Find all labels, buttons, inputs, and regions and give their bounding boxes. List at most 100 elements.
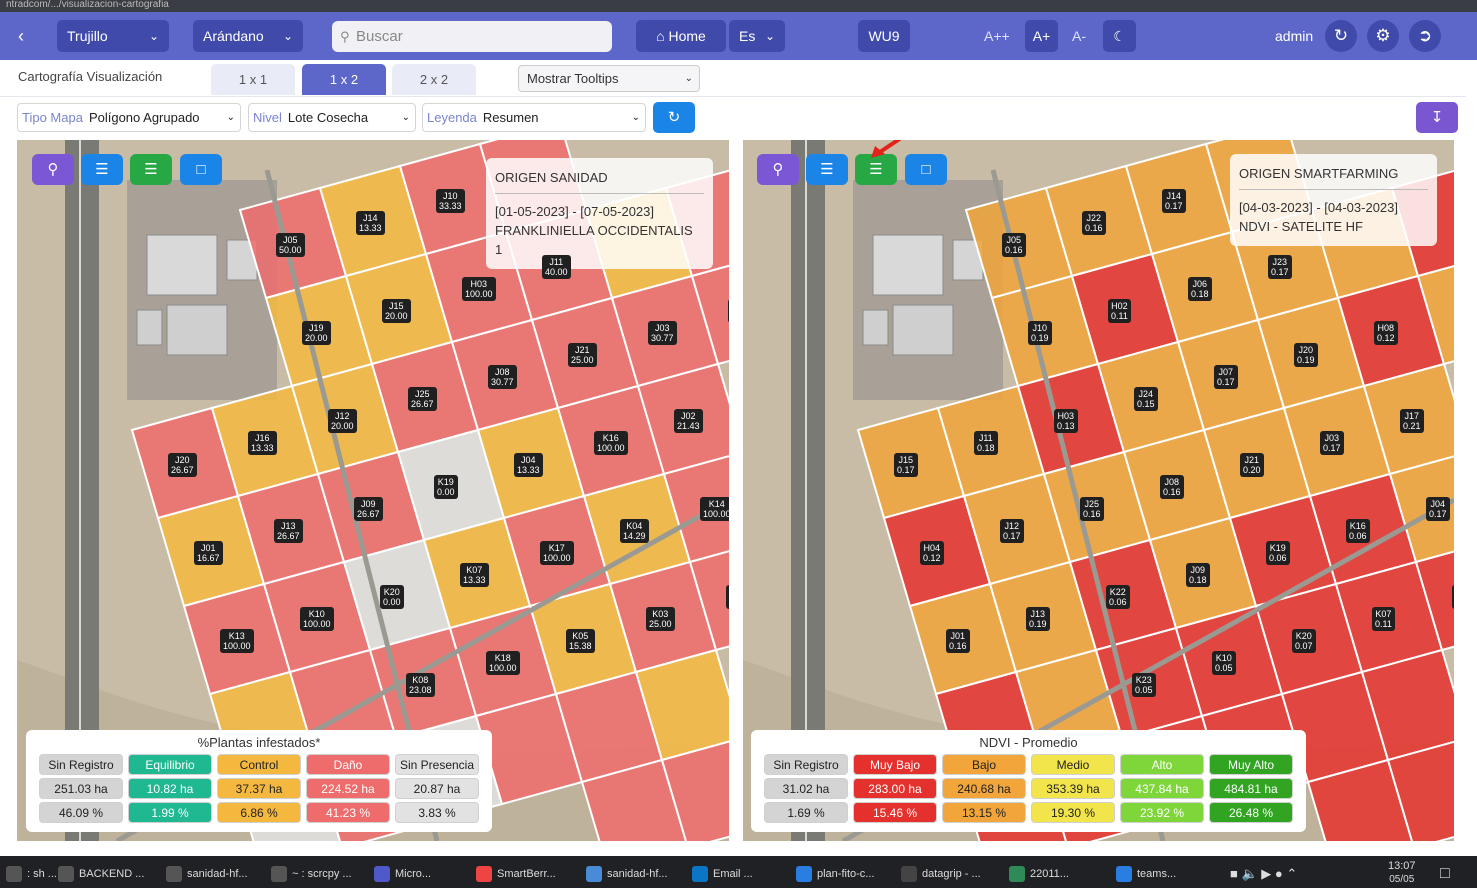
taskbar-app[interactable]: datagrip - ... [901, 856, 981, 888]
user-name[interactable]: admin [1265, 20, 1323, 52]
map-chart-button[interactable]: □ [905, 154, 947, 185]
taskbar-app[interactable]: SmartBerr... [476, 856, 556, 888]
map-panel-sanidad[interactable]: ⚲ ☰ ☰ □ ORIGEN SANIDAD [01-05-2023] - [0… [17, 140, 729, 841]
lote-label[interactable]: K18 100.00 [486, 651, 520, 675]
system-tray-icons[interactable]: ■ 🔈 ▶ ● ⌃ [1230, 856, 1297, 888]
home-button[interactable]: ⌂ Home [636, 20, 726, 52]
settings-button[interactable]: ⚙ [1367, 20, 1399, 52]
taskbar-app[interactable]: sanidad-hf... [166, 856, 248, 888]
taskbar-app[interactable]: teams... [1116, 856, 1176, 888]
tooltips-select[interactable]: Mostrar Tooltips ⌄ [518, 65, 700, 92]
lote-label[interactable]: J15 0.17 [894, 453, 918, 477]
lote-label[interactable]: K20 0.07 [1292, 629, 1316, 653]
taskbar-app[interactable]: 22011... [1009, 856, 1069, 888]
lote-label[interactable]: K23 0.05 [1132, 673, 1156, 697]
language-select[interactable]: Es ⌄ [729, 20, 785, 52]
lote-label[interactable]: J01 16.67 [194, 541, 223, 565]
lote-label[interactable]: K19 0.00 [434, 475, 458, 499]
lote-label[interactable]: K10 100.00 [300, 607, 334, 631]
lote-label[interactable]: J19 20.00 [302, 321, 331, 345]
lote-label[interactable]: K17 100.00 [540, 541, 574, 565]
clock[interactable]: 13:07 05/05 [1388, 856, 1416, 888]
lote-label[interactable]: H04 0.12 [920, 541, 944, 565]
lote-label[interactable]: J13 0.19 [1026, 607, 1050, 631]
lote-label[interactable]: J13 26.67 [274, 519, 303, 543]
lote-label[interactable]: K07 13.33 [460, 563, 489, 587]
refresh-button[interactable]: ↻ [1325, 20, 1357, 52]
taskbar-app[interactable]: plan-fito-c... [796, 856, 874, 888]
font-decrease-button[interactable]: A- [1062, 20, 1096, 52]
level-select[interactable]: Nivel Lote Cosecha ⌄ [248, 103, 416, 132]
lote-label[interactable]: J08 0.16 [1160, 475, 1184, 499]
map-list-button[interactable]: ☰ [81, 154, 123, 185]
lote-label[interactable]: K20 0.00 [380, 585, 404, 609]
lote-label[interactable]: J09 26.67 [354, 497, 383, 521]
lote-label[interactable]: H03 0.13 [1054, 409, 1078, 433]
map-panel-smartfarming[interactable]: ⚲ ☰ ☰ □ ORIGEN SMARTFARMING [04-03-2023]… [743, 140, 1454, 841]
lote-label[interactable]: J04 13.33 [514, 453, 543, 477]
lote-label[interactable]: K14 100.00 [700, 497, 729, 521]
map-search-button[interactable]: ⚲ [32, 154, 74, 185]
lote-label[interactable]: J14 0.17 [1162, 189, 1186, 213]
legend-select[interactable]: Leyenda Resumen ⌄ [422, 103, 646, 132]
lote-label[interactable]: J05 50.00 [276, 233, 305, 257]
download-button[interactable]: ↧ [1416, 102, 1458, 133]
lote-label[interactable]: J16 13.33 [248, 431, 277, 455]
map-list-button[interactable]: ☰ [806, 154, 848, 185]
lote-label[interactable]: J23 0.17 [1268, 255, 1292, 279]
lote-label[interactable]: J03 0.17 [1320, 431, 1344, 455]
lote-label[interactable]: J25 0.16 [1080, 497, 1104, 521]
lote-label[interactable]: J02 21.43 [674, 409, 703, 433]
lote-label[interactable]: J10 33.33 [436, 189, 465, 213]
lote-label[interactable]: K10 0.05 [1212, 651, 1236, 675]
code-badge[interactable]: WU9 [858, 20, 910, 52]
lote-label[interactable]: J05 0.16 [1002, 233, 1026, 257]
search-input[interactable]: ⚲ Buscar [332, 21, 612, 52]
lote-label[interactable]: J20 0.19 [1294, 343, 1318, 367]
tab-2x2[interactable]: 2 x 2 [392, 64, 476, 95]
lote-label[interactable]: H08 0.12 [1374, 321, 1398, 345]
city-select[interactable]: Trujillo ⌄ [57, 20, 169, 52]
logout-button[interactable]: ➲ [1409, 20, 1441, 52]
lote-label[interactable]: J14 13.33 [356, 211, 385, 235]
lote-label[interactable]: K16 0.06 [1346, 519, 1370, 543]
lote-label[interactable]: J04 0.17 [1426, 497, 1450, 521]
crop-select[interactable]: Arándano ⌄ [193, 20, 303, 52]
lote-label[interactable]: K15100.00 [726, 585, 729, 609]
lote-label[interactable]: K04 14.29 [620, 519, 649, 543]
font-increase-2-button[interactable]: A++ [974, 20, 1020, 52]
lote-label[interactable]: J09 0.18 [1186, 563, 1210, 587]
dark-mode-button[interactable]: ☾ [1103, 20, 1136, 52]
taskbar-app[interactable]: Email ... [692, 856, 753, 888]
lote-label[interactable]: K13 100.00 [220, 629, 254, 653]
lote-label[interactable]: H03 100.00 [462, 277, 496, 301]
lote-label[interactable]: J25 26.67 [408, 387, 437, 411]
lote-label[interactable]: J15 20.00 [382, 299, 411, 323]
refresh-map-button[interactable]: ↻ [653, 102, 695, 133]
lote-label[interactable]: J1731.25 [728, 299, 729, 323]
taskbar-app[interactable]: sanidad-hf... [586, 856, 668, 888]
font-increase-button[interactable]: A+ [1025, 20, 1058, 52]
lote-label[interactable]: J12 20.00 [328, 409, 357, 433]
lote-label[interactable]: K22 0.06 [1106, 585, 1130, 609]
map-chart-button[interactable]: □ [180, 154, 222, 185]
lote-label[interactable]: K170.05 [1452, 585, 1454, 609]
lote-label[interactable]: J06 0.18 [1188, 277, 1212, 301]
lote-label[interactable]: K19 0.06 [1266, 541, 1290, 565]
lote-label[interactable]: J08 30.77 [488, 365, 517, 389]
lote-label[interactable]: J11 0.18 [974, 431, 998, 455]
tab-1x1[interactable]: 1 x 1 [211, 64, 295, 95]
lote-label[interactable]: J22 0.16 [1082, 211, 1106, 235]
lote-label[interactable]: J21 25.00 [568, 343, 597, 367]
lote-label[interactable]: J03 30.77 [648, 321, 677, 345]
lote-label[interactable]: J24 0.15 [1134, 387, 1158, 411]
lote-label[interactable]: J20 26.67 [168, 453, 197, 477]
taskbar-app[interactable]: ~ : scrcpy ... [271, 856, 352, 888]
lote-label[interactable]: J12 0.17 [1000, 519, 1024, 543]
lote-label[interactable]: K05 15.38 [566, 629, 595, 653]
lote-label[interactable]: J17 0.21 [1400, 409, 1424, 433]
lote-label[interactable]: K03 25.00 [646, 607, 675, 631]
taskbar-app[interactable]: Micro... [374, 856, 431, 888]
taskbar-app[interactable]: : sh ... [6, 856, 57, 888]
lote-label[interactable]: J21 0.20 [1240, 453, 1264, 477]
